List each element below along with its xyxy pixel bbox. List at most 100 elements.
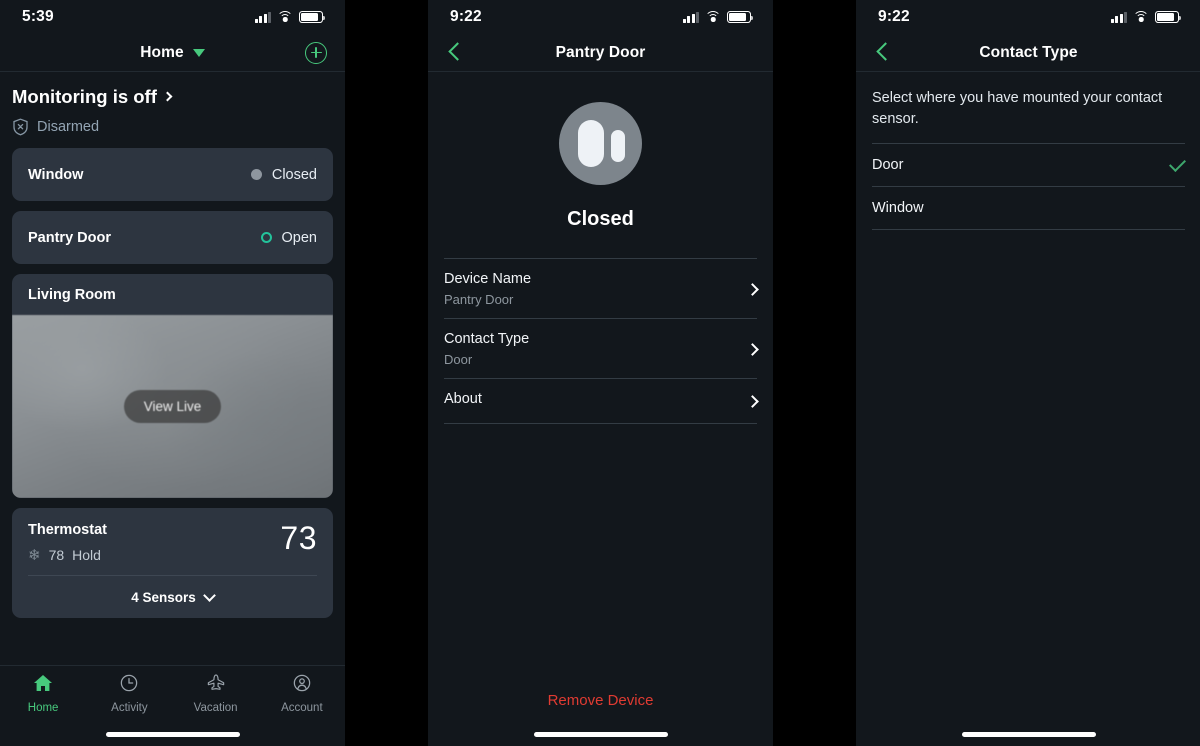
setting-text: Device Name Pantry Door (444, 271, 531, 307)
option-label: Door (872, 157, 904, 174)
thermostat-hold-label: Hold (72, 547, 101, 563)
thermostat-temperature: 73 (280, 520, 317, 556)
device-state: Closed (250, 167, 317, 183)
battery-icon (727, 11, 754, 23)
phone-screen-device-detail: 9:22 Pantry Door Closed Device Name Pant… (428, 0, 773, 746)
camera-card-living-room[interactable]: Living Room View Live (12, 274, 333, 498)
camera-preview: View Live (12, 315, 333, 498)
sensor-body (578, 120, 604, 167)
home-selector-label: Home (140, 43, 184, 61)
bottom-tab-bar: Home Activity Vacation Account (0, 665, 345, 746)
armed-state-row: Disarmed (12, 118, 333, 136)
chevron-right-icon (746, 342, 759, 356)
instruction-text: Select where you have mounted your conta… (872, 90, 1163, 128)
armed-state-label: Disarmed (37, 119, 100, 135)
remove-device-button[interactable]: Remove Device (428, 692, 773, 709)
status-bar-icons (1111, 11, 1182, 23)
chevron-down-icon (202, 588, 216, 602)
device-hero: Closed (428, 72, 773, 231)
thermostat-card[interactable]: Thermostat ❄ 78 Hold 73 4 Sensors (12, 508, 333, 618)
clock-icon (118, 673, 140, 698)
table-row[interactable]: Pantry Door Open (12, 211, 333, 264)
chevron-down-icon (192, 48, 205, 57)
status-bar: 9:22 (856, 0, 1200, 34)
monitoring-status-link[interactable]: Monitoring is off (12, 86, 333, 108)
setting-value: Door (444, 352, 473, 367)
home-icon (32, 673, 54, 698)
add-device-button[interactable] (305, 41, 327, 64)
device-card-window[interactable]: Window Closed (12, 148, 333, 201)
home-indicator (105, 732, 240, 737)
device-state: Open (260, 229, 317, 246)
device-settings-list: Device Name Pantry Door Contact Type Doo… (428, 258, 773, 424)
status-bar: 5:39 (0, 0, 345, 34)
panel-gap (345, 0, 428, 746)
device-state-label: Open (281, 229, 317, 246)
tab-activity[interactable]: Activity (86, 673, 172, 718)
setting-title: Device Name (444, 271, 532, 287)
device-card-list: Window Closed Pantry Door Open Living Ro… (0, 148, 345, 618)
status-bar-time: 5:39 (22, 8, 54, 25)
tab-label: Home (27, 702, 59, 714)
back-chevron-icon[interactable] (874, 44, 892, 62)
option-label: Window (872, 200, 924, 217)
home-content: Monitoring is off Disarmed Window Closed… (0, 72, 345, 618)
back-chevron-icon[interactable] (446, 44, 464, 62)
monitoring-title: Monitoring is off (12, 86, 157, 107)
home-selector[interactable]: Home (140, 43, 205, 62)
camera-name: Living Room (28, 286, 116, 303)
tab-label: Vacation (193, 702, 238, 714)
page-title: Contact Type (979, 43, 1078, 61)
screenshot-stage: 5:39 Home Monitoring is off Disarmed Win… (0, 0, 1200, 746)
table-row[interactable]: Window Closed (12, 148, 333, 201)
page-title: Pantry Door (555, 43, 646, 61)
setting-row-contact-type[interactable]: Contact Type Door (444, 319, 759, 379)
nav-bar-home: Home (0, 34, 345, 72)
tab-account[interactable]: Account (259, 673, 345, 718)
status-bar-time: 9:22 (450, 8, 482, 25)
option-row-door[interactable]: Door (872, 143, 1186, 186)
setting-row-about[interactable]: About (444, 379, 759, 424)
sensors-expand-button[interactable]: 4 Sensors (12, 576, 333, 618)
cellular-signal-icon (255, 11, 271, 23)
thermostat-info: Thermostat ❄ 78 Hold (28, 522, 107, 563)
sensors-count-label: 4 Sensors (131, 589, 196, 605)
home-indicator (533, 732, 668, 737)
home-indicator (961, 732, 1096, 737)
device-card-pantry-door[interactable]: Pantry Door Open (12, 211, 333, 264)
tab-list: Home Activity Vacation Account (0, 666, 345, 718)
thermostat-setpoint: 78 (48, 547, 65, 563)
device-state-large: Closed (567, 208, 634, 230)
status-bar-time: 9:22 (878, 8, 910, 25)
tab-vacation[interactable]: Vacation (173, 673, 259, 718)
setting-row-device-name[interactable]: Device Name Pantry Door (444, 258, 759, 319)
tab-home[interactable]: Home (0, 673, 86, 718)
status-bar-icons (255, 11, 326, 23)
contact-sensor-icon (559, 102, 642, 185)
chevron-right-icon (746, 282, 759, 296)
chevron-right-icon (162, 91, 173, 102)
status-bar-icons (683, 11, 754, 23)
status-dot-open-icon (260, 232, 272, 243)
view-live-button[interactable]: View Live (123, 390, 222, 423)
camera-card-header: Living Room (12, 274, 333, 315)
snowflake-icon: ❄ (28, 546, 41, 564)
thermostat-summary: Thermostat ❄ 78 Hold 73 (12, 508, 333, 575)
check-icon (1169, 154, 1186, 172)
setting-value: Pantry Door (444, 292, 514, 307)
airplane-icon (205, 673, 227, 698)
device-name: Pantry Door (28, 229, 111, 246)
wifi-icon (705, 11, 721, 23)
option-row-window[interactable]: Window (872, 186, 1185, 231)
setting-text: About (444, 391, 482, 412)
person-icon (291, 673, 313, 698)
panel-gap (773, 0, 856, 746)
monitoring-block: Monitoring is off Disarmed (0, 72, 345, 148)
chevron-right-icon (746, 395, 759, 408)
sensor-magnet (611, 130, 625, 162)
phone-screen-contact-type: 9:22 Contact Type Select where you have … (856, 0, 1200, 746)
setting-title: Contact Type (444, 331, 530, 347)
wifi-icon (277, 11, 293, 23)
cellular-signal-icon (683, 11, 699, 23)
status-dot-closed-icon (250, 169, 262, 180)
